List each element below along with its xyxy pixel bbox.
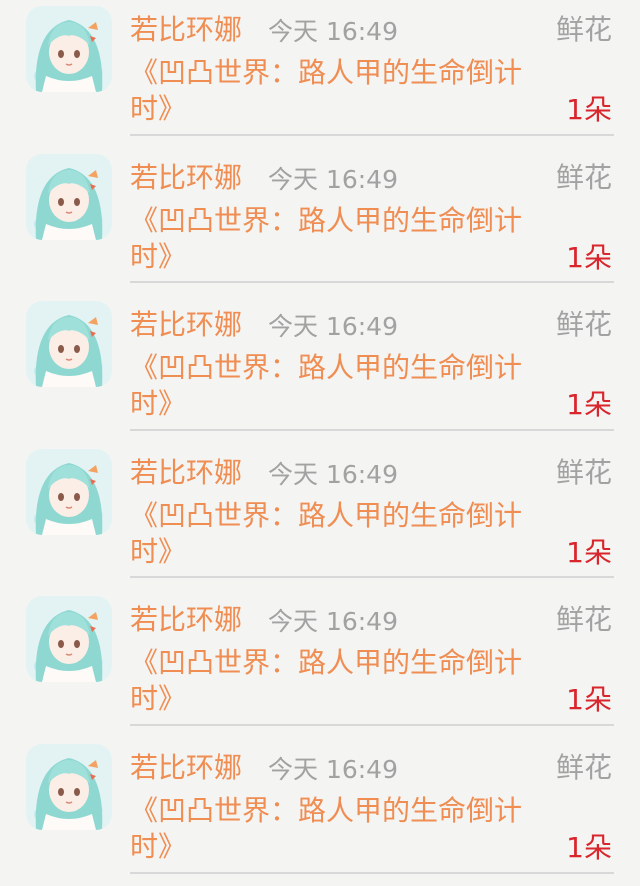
gift-count: 1朵	[566, 535, 612, 569]
gift-type-label: 鲜花	[555, 13, 612, 46]
gift-type-label: 鲜花	[555, 455, 612, 489]
user-name[interactable]: 若比环娜	[130, 453, 242, 493]
list-item[interactable]: 若比环娜 今天 16:49 鲜花 《凹凸世界：路人甲的生命倒计时》 1朵	[0, 738, 640, 886]
avatar[interactable]	[26, 301, 112, 388]
timestamp: 今天 16:49	[268, 164, 398, 194]
list-item[interactable]: 若比环娜 今天 16:49 鲜花 《凹凸世界：路人甲的生命倒计时》 1朵	[0, 148, 640, 296]
timestamp: 今天 16:49	[268, 17, 398, 46]
avatar[interactable]	[26, 448, 112, 535]
list-item[interactable]: 若比环娜 今天 16:49 鲜花 《凹凸世界：路人甲的生命倒计时》 1朵	[0, 295, 640, 443]
anime-girl-avatar-icon	[26, 743, 112, 830]
gift-count: 1朵	[566, 240, 612, 274]
book-title-link[interactable]: 《凹凸世界：路人甲的生命倒计时》	[130, 350, 560, 422]
gift-count: 1朵	[566, 830, 612, 864]
list-item[interactable]: 若比环娜 今天 16:49 鲜花 《凹凸世界：路人甲的生命倒计时》 1朵	[0, 443, 640, 591]
divider	[130, 723, 614, 726]
user-name[interactable]: 若比环娜	[130, 305, 242, 345]
gift-count: 1朵	[566, 388, 612, 422]
avatar[interactable]	[26, 6, 112, 92]
gift-type-label: 鲜花	[555, 308, 612, 342]
avatar[interactable]	[26, 153, 112, 240]
avatar[interactable]	[26, 596, 112, 683]
gift-count: 1朵	[566, 93, 612, 126]
avatar[interactable]	[26, 743, 112, 830]
anime-girl-avatar-icon	[26, 301, 112, 388]
timestamp: 今天 16:49	[268, 312, 398, 342]
user-name[interactable]: 若比环娜	[130, 158, 242, 198]
anime-girl-avatar-icon	[26, 6, 112, 92]
anime-girl-avatar-icon	[26, 153, 112, 240]
anime-girl-avatar-icon	[26, 596, 112, 683]
gift-count: 1朵	[566, 683, 612, 717]
gift-type-label: 鲜花	[555, 750, 612, 784]
divider	[130, 281, 614, 284]
user-name[interactable]: 若比环娜	[130, 600, 242, 640]
book-title-link[interactable]: 《凹凸世界：路人甲的生命倒计时》	[130, 498, 560, 570]
book-title-link[interactable]: 《凹凸世界：路人甲的生命倒计时》	[130, 793, 560, 865]
gift-type-label: 鲜花	[555, 603, 612, 637]
gift-record-list: 若比环娜 今天 16:49 鲜花 《凹凸世界：路人甲的生命倒计时》 1朵 若比环…	[0, 0, 640, 874]
book-title-link[interactable]: 《凹凸世界：路人甲的生命倒计时》	[130, 55, 560, 127]
anime-girl-avatar-icon	[26, 448, 112, 535]
divider	[130, 871, 614, 874]
timestamp: 今天 16:49	[268, 459, 398, 489]
divider	[130, 428, 614, 431]
timestamp: 今天 16:49	[268, 754, 398, 784]
user-name[interactable]: 若比环娜	[130, 748, 242, 788]
timestamp: 今天 16:49	[268, 607, 398, 637]
divider	[130, 576, 614, 579]
list-item[interactable]: 若比环娜 今天 16:49 鲜花 《凹凸世界：路人甲的生命倒计时》 1朵	[0, 590, 640, 738]
user-name[interactable]: 若比环娜	[130, 10, 242, 50]
book-title-link[interactable]: 《凹凸世界：路人甲的生命倒计时》	[130, 203, 560, 275]
gift-type-label: 鲜花	[555, 160, 612, 194]
list-item[interactable]: 若比环娜 今天 16:49 鲜花 《凹凸世界：路人甲的生命倒计时》 1朵	[0, 0, 640, 148]
divider	[130, 133, 614, 136]
book-title-link[interactable]: 《凹凸世界：路人甲的生命倒计时》	[130, 645, 560, 717]
